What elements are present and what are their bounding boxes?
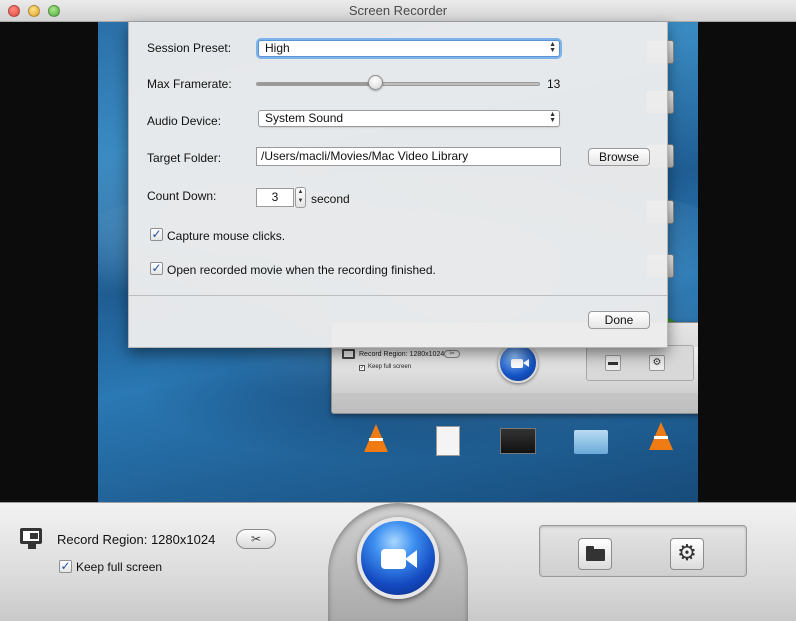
tool-panel: ⚙ [539,525,747,577]
folder-icon [586,549,605,561]
max-framerate-slider-track[interactable] [256,82,540,86]
window-title: Screen Recorder [348,3,448,18]
gear-icon: ⚙ [649,355,665,371]
open-movie-checkbox[interactable]: ✓ [150,262,163,275]
video-camera-lens [405,550,417,568]
checkmark-icon: ✓ [151,227,162,241]
max-framerate-label: Max Framerate: [147,77,232,91]
max-framerate-value: 13 [547,77,561,91]
capture-mouse-checkbox[interactable]: ✓ [150,228,163,241]
open-folder-button[interactable] [578,538,612,570]
folder-icon [574,430,608,454]
monitor-camera-glyph [30,533,38,539]
count-down-unit: second [311,192,350,206]
vlc-cone-stripe [654,436,668,439]
count-down-field[interactable]: 3 [256,188,294,207]
monitor-stand [28,544,36,549]
audio-device-label: Audio Device: [147,114,222,128]
record-button[interactable] [357,517,439,599]
checkmark-icon: ✓ [151,261,162,275]
vlc-cone-stripe [369,438,383,441]
monitor-icon [342,349,355,359]
folder-icon: ▬ [605,355,621,371]
session-preset-value: High [265,41,290,55]
title-bar: Screen Recorder [0,0,796,22]
chevron-up-down-icon: ▲ ▼ [549,41,556,54]
max-framerate-slider-knob[interactable] [368,75,384,90]
record-region-label: Record Region: [57,532,148,547]
text-document-icon [436,426,460,456]
video-thumbnail-icon [500,428,536,454]
sheet-divider [129,295,667,296]
audio-device-select[interactable]: System Sound ▲ ▼ [258,110,560,127]
bottom-toolbar: Record Region: 1280x1024 ✂ ✓ Keep full s… [0,502,796,621]
mini-record-button [498,343,538,383]
mini-record-region-label: Record Region: 1280x1024 [359,351,445,358]
target-folder-field[interactable]: /Users/macli/Movies/Mac Video Library [256,147,561,166]
browse-button[interactable]: Browse [588,148,650,166]
crop-icon: ✂ [250,532,262,546]
video-camera-icon [511,359,523,368]
crop-icon: ✂ [444,350,460,358]
mini-keep-checkbox: ✓ [359,365,365,371]
count-down-stepper[interactable]: ▲ ▼ [295,187,306,208]
chevron-up-down-icon: ▲ ▼ [549,111,556,124]
record-region-text: Record Region: 1280x1024 [57,532,215,547]
capture-mouse-label: Capture mouse clicks. [167,229,286,243]
mini-keep-full-screen-label: Keep full screen [368,364,412,370]
keep-full-screen-checkbox[interactable]: ✓ [59,560,72,573]
open-movie-label: Open recorded movie when the recording f… [167,263,436,277]
session-preset-select[interactable]: High ▲ ▼ [258,40,560,57]
settings-sheet: Session Preset: High ▲ ▼ Max Framerate: 1… [128,22,668,348]
target-folder-label: Target Folder: [147,151,222,165]
video-camera-lens [523,359,529,367]
max-framerate-slider-fill [257,83,376,85]
session-preset-label: Session Preset: [147,41,232,55]
mini-tool-panel: ▬ ⚙ [586,345,694,381]
gear-icon: ⚙ [677,541,697,566]
done-button[interactable]: Done [588,311,650,329]
settings-button[interactable]: ⚙ [670,538,704,570]
crop-region-button[interactable]: ✂ [236,529,276,549]
record-region-value: 1280x1024 [150,532,216,547]
keep-full-screen-label: Keep full screen [76,560,163,574]
checkmark-icon: ✓ [60,559,71,573]
video-camera-icon [381,549,406,569]
audio-device-value: System Sound [265,111,344,125]
count-down-label: Count Down: [147,189,217,203]
